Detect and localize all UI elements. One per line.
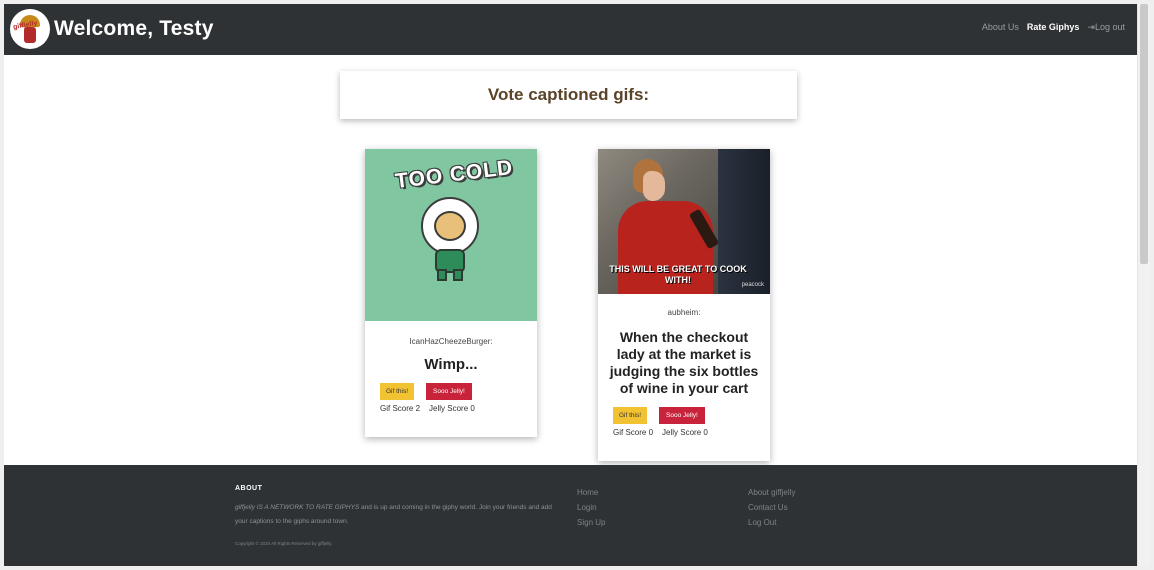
jelly-score: Jelly Score 0: [429, 404, 475, 413]
brand[interactable]: giffjelly Welcome, Testy: [10, 9, 214, 49]
gif-card: THIS WILL BE GREAT TO COOK WITH! peacock…: [598, 149, 770, 461]
character-leg: [453, 269, 463, 281]
card-scores: Gif Score 2 Jelly Score 0: [365, 404, 537, 413]
gif-card: TOO COLD IcanHazCheezeBurger: Wimp... Gi…: [365, 149, 537, 437]
gif-image: TOO COLD: [365, 149, 537, 321]
giffjelly-logo[interactable]: giffjelly: [10, 9, 50, 49]
card-caption: When the checkout lady at the market is …: [609, 329, 759, 396]
nav-links: About Us Rate Giphys ⇥Log out: [982, 22, 1125, 33]
nav-logout-label: Log out: [1094, 22, 1125, 32]
footer-copyright: Copyright © 2020 All Rights Reserved by …: [235, 541, 333, 546]
gif-this-button[interactable]: Gif this!: [380, 383, 415, 400]
vote-buttons: Gif this! Sooo Jelly!: [598, 407, 770, 424]
card-scores: Gif Score 0 Jelly Score 0: [598, 428, 770, 437]
scrollbar-thumb[interactable]: [1140, 4, 1148, 264]
vote-header-card: Vote captioned gifs:: [340, 71, 797, 119]
gif-score: Gif Score 2: [380, 404, 421, 413]
card-author: IcanHazCheezeBurger:: [409, 337, 493, 346]
gif-overlay-text: TOO COLD: [393, 155, 515, 194]
footer-contact-link[interactable]: Contact Us: [748, 500, 795, 515]
card-caption: Wimp...: [424, 356, 478, 373]
footer-about-title: ABOUT: [235, 485, 263, 492]
footer-login-link[interactable]: Login: [577, 500, 605, 515]
footer-about-emphasis: giffjelly IS A NETWORK TO RATE GIPHYS: [235, 504, 360, 511]
nav-rate-giphys-link[interactable]: Rate Giphys: [1027, 22, 1080, 33]
sooo-jelly-button[interactable]: Sooo Jelly!: [659, 407, 705, 424]
footer: ABOUT giffjelly IS A NETWORK TO RATE GIP…: [4, 465, 1137, 566]
navbar: giffjelly Welcome, Testy About Us Rate G…: [4, 4, 1137, 55]
card-author: aubheim:: [667, 308, 701, 317]
gif-image: THIS WILL BE GREAT TO COOK WITH! peacock: [598, 149, 770, 294]
character-leg: [437, 269, 447, 281]
jelly-score: Jelly Score 0: [662, 428, 708, 437]
page-title: Vote captioned gifs:: [487, 85, 650, 104]
gif-overlay-text: THIS WILL BE GREAT TO COOK WITH!: [609, 264, 747, 285]
footer-links-column: Home Login Sign Up: [577, 485, 605, 530]
nav-logout-link[interactable]: ⇥Log out: [1087, 22, 1125, 33]
character-face: [434, 211, 466, 241]
footer-about-link[interactable]: About giffjelly: [748, 485, 795, 500]
logo-jar-shape: [24, 27, 36, 43]
footer-home-link[interactable]: Home: [577, 485, 605, 500]
card-body: aubheim: When the checkout lady at the m…: [598, 294, 770, 437]
welcome-title: Welcome, Testy: [54, 17, 214, 40]
logout-icon: ⇥: [1087, 22, 1095, 32]
footer-logout-link[interactable]: Log Out: [748, 515, 795, 530]
footer-about-text: giffjelly IS A NETWORK TO RATE GIPHYS an…: [235, 501, 565, 529]
gif-watermark: peacock: [741, 282, 764, 288]
nav-about-us-link[interactable]: About Us: [982, 22, 1019, 33]
gif-score: Gif Score 0: [613, 428, 654, 437]
vote-buttons: Gif this! Sooo Jelly!: [365, 383, 537, 400]
character-hood: [421, 197, 479, 255]
woman-face-shape: [643, 171, 665, 201]
card-body: IcanHazCheezeBurger: Wimp... Gif this! S…: [365, 321, 537, 413]
page-scrollbar[interactable]: [1137, 4, 1150, 566]
sooo-jelly-button[interactable]: Sooo Jelly!: [426, 383, 472, 400]
footer-links-column: About giffjelly Contact Us Log Out: [748, 485, 795, 530]
gif-this-button[interactable]: Gif this!: [613, 407, 648, 424]
footer-signup-link[interactable]: Sign Up: [577, 515, 605, 530]
